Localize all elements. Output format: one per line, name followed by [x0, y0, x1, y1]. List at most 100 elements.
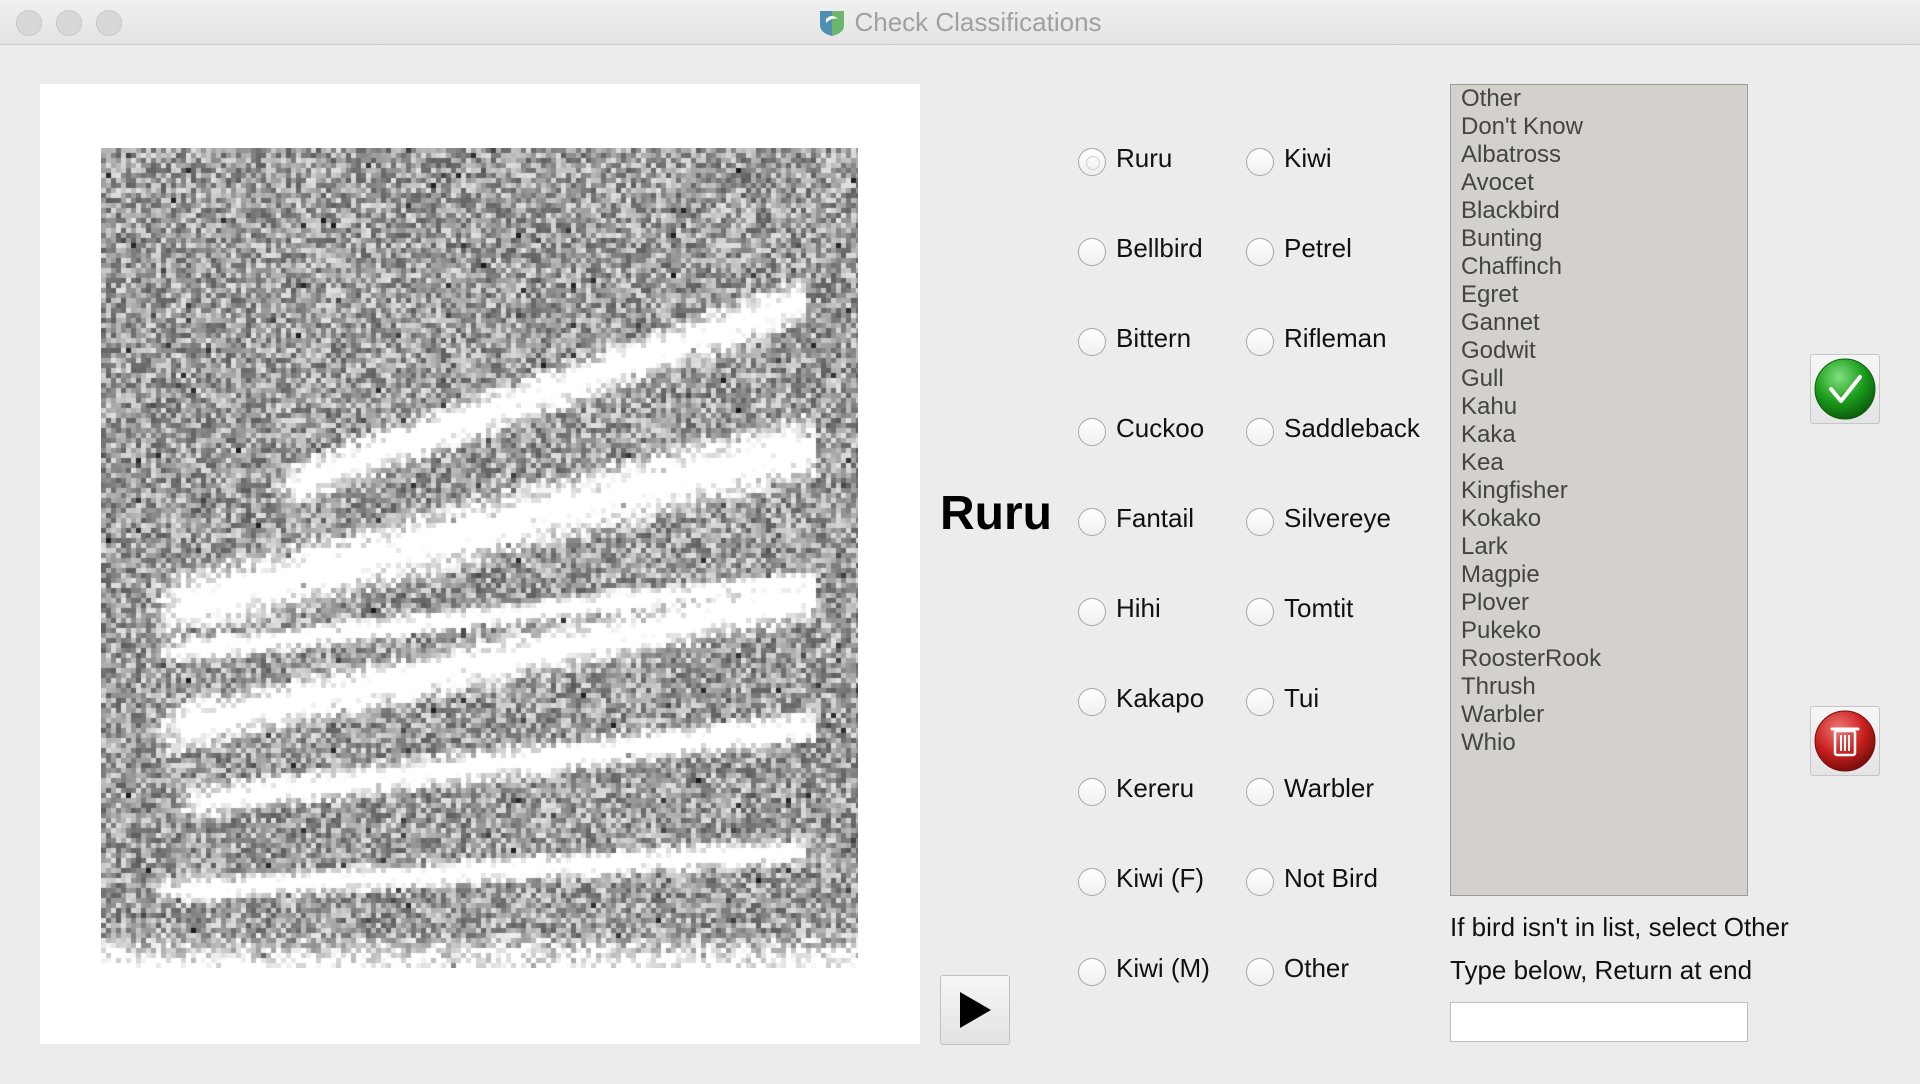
delete-button[interactable] — [1810, 706, 1880, 776]
list-item[interactable]: Albatross — [1451, 141, 1747, 169]
radio-bittern[interactable]: Bittern — [1078, 318, 1191, 358]
help-text-other: If bird isn't in list, select Other — [1450, 912, 1789, 942]
radio-kakapo[interactable]: Kakapo — [1078, 678, 1204, 718]
radio-label: Silvereye — [1284, 502, 1391, 533]
list-item[interactable]: Blackbird — [1451, 197, 1747, 225]
window-title-area: Check Classifications — [0, 0, 1920, 44]
list-item[interactable]: Kahu — [1451, 393, 1747, 421]
radio-label: Fantail — [1116, 502, 1195, 533]
window-title: Check Classifications — [854, 6, 1102, 37]
list-item[interactable]: Kingfisher — [1451, 477, 1747, 505]
radio-button[interactable] — [1246, 598, 1274, 626]
radio-petrel[interactable]: Petrel — [1246, 228, 1352, 268]
radio-label: Bittern — [1116, 322, 1192, 353]
radio-button[interactable] — [1246, 508, 1274, 536]
radio-fantail[interactable]: Fantail — [1078, 498, 1194, 538]
radio-button[interactable] — [1246, 238, 1274, 266]
radio-button[interactable] — [1246, 418, 1274, 446]
list-item[interactable]: Egret — [1451, 281, 1747, 309]
list-item[interactable]: Gannet — [1451, 309, 1747, 337]
radio-button[interactable] — [1078, 508, 1106, 536]
trash-icon — [1814, 710, 1876, 772]
radio-button[interactable] — [1246, 778, 1274, 806]
radio-label: Kiwi — [1284, 142, 1332, 173]
radio-ruru[interactable]: Ruru — [1078, 138, 1172, 178]
radio-label: Kakapo — [1116, 682, 1205, 713]
bird-icon — [820, 11, 845, 36]
radio-label: Other — [1284, 952, 1350, 983]
spectrogram-image — [101, 148, 858, 968]
list-item[interactable]: Pukeko — [1451, 617, 1747, 645]
spectrogram-panel — [40, 84, 920, 1044]
radio-button[interactable] — [1078, 148, 1106, 176]
list-item[interactable]: Warbler — [1451, 701, 1747, 729]
list-item[interactable]: Lark — [1451, 533, 1747, 561]
check-classifications-window: Check Classifications Ruru Ruru Bellbird… — [0, 0, 1920, 1084]
radio-label: Kereru — [1116, 772, 1195, 803]
list-item[interactable]: Gull — [1451, 365, 1747, 393]
radio-kiwi-m[interactable]: Kiwi (M) — [1078, 948, 1210, 988]
radio-button[interactable] — [1078, 418, 1106, 446]
radio-button[interactable] — [1246, 868, 1274, 896]
radio-label: Rifleman — [1284, 322, 1387, 353]
radio-rifleman[interactable]: Rifleman — [1246, 318, 1387, 358]
play-icon — [960, 992, 991, 1028]
radio-kiwi[interactable]: Kiwi — [1246, 138, 1332, 178]
list-item[interactable]: Magpie — [1451, 561, 1747, 589]
help-text-type: Type below, Return at end — [1450, 955, 1753, 985]
radio-button[interactable] — [1078, 238, 1106, 266]
radio-bellbird[interactable]: Bellbird — [1078, 228, 1203, 268]
radio-kereru[interactable]: Kereru — [1078, 768, 1194, 808]
list-item[interactable]: RoosterRook — [1451, 645, 1747, 673]
radio-label: Kiwi (M) — [1116, 952, 1210, 983]
radio-hihi[interactable]: Hihi — [1078, 588, 1161, 628]
list-item[interactable]: Kokako — [1451, 505, 1747, 533]
radio-tui[interactable]: Tui — [1246, 678, 1319, 718]
other-bird-input[interactable] — [1450, 1002, 1748, 1042]
radio-label: Cuckoo — [1116, 412, 1205, 443]
radio-button[interactable] — [1246, 688, 1274, 716]
radio-kiwi-f[interactable]: Kiwi (F) — [1078, 858, 1204, 898]
current-classification-label: Ruru — [940, 487, 1052, 540]
radio-cuckoo[interactable]: Cuckoo — [1078, 408, 1204, 448]
radio-button[interactable] — [1078, 778, 1106, 806]
radio-button[interactable] — [1078, 328, 1106, 356]
radio-not-bird[interactable]: Not Bird — [1246, 858, 1378, 898]
list-item[interactable]: Kaka — [1451, 421, 1747, 449]
radio-button[interactable] — [1246, 328, 1274, 356]
list-item[interactable]: Kea — [1451, 449, 1747, 477]
radio-label: Petrel — [1284, 232, 1352, 263]
radio-label: Kiwi (F) — [1116, 862, 1205, 893]
list-item[interactable]: Avocet — [1451, 169, 1747, 197]
list-item[interactable]: Don't Know — [1451, 113, 1747, 141]
bird-species-list[interactable]: Other Don't Know Albatross Avocet Blackb… — [1450, 84, 1748, 896]
radio-button[interactable] — [1246, 148, 1274, 176]
radio-label: Tui — [1284, 682, 1320, 713]
radio-warbler[interactable]: Warbler — [1246, 768, 1374, 808]
list-item[interactable]: Bunting — [1451, 225, 1747, 253]
radio-button[interactable] — [1078, 598, 1106, 626]
play-button[interactable] — [940, 975, 1010, 1045]
radio-button[interactable] — [1078, 868, 1106, 896]
list-item[interactable]: Other — [1451, 85, 1747, 113]
checkmark-icon — [1814, 358, 1876, 420]
radio-saddleback[interactable]: Saddleback — [1246, 408, 1420, 448]
title-bar: Check Classifications — [0, 0, 1920, 45]
radio-label: Not Bird — [1284, 862, 1378, 893]
list-item[interactable]: Godwit — [1451, 337, 1747, 365]
radio-silvereye[interactable]: Silvereye — [1246, 498, 1391, 538]
list-item[interactable]: Thrush — [1451, 673, 1747, 701]
list-item[interactable]: Whio — [1451, 729, 1747, 757]
radio-other[interactable]: Other — [1246, 948, 1349, 988]
accept-button[interactable] — [1810, 354, 1880, 424]
list-item[interactable]: Plover — [1451, 589, 1747, 617]
radio-button[interactable] — [1246, 958, 1274, 986]
radio-label: Saddleback — [1284, 412, 1420, 443]
radio-button[interactable] — [1078, 958, 1106, 986]
radio-tomtit[interactable]: Tomtit — [1246, 588, 1353, 628]
radio-label: Bellbird — [1116, 232, 1203, 263]
list-item[interactable]: Chaffinch — [1451, 253, 1747, 281]
radio-button[interactable] — [1078, 688, 1106, 716]
radio-label: Warbler — [1284, 772, 1375, 803]
radio-label: Hihi — [1116, 592, 1161, 623]
